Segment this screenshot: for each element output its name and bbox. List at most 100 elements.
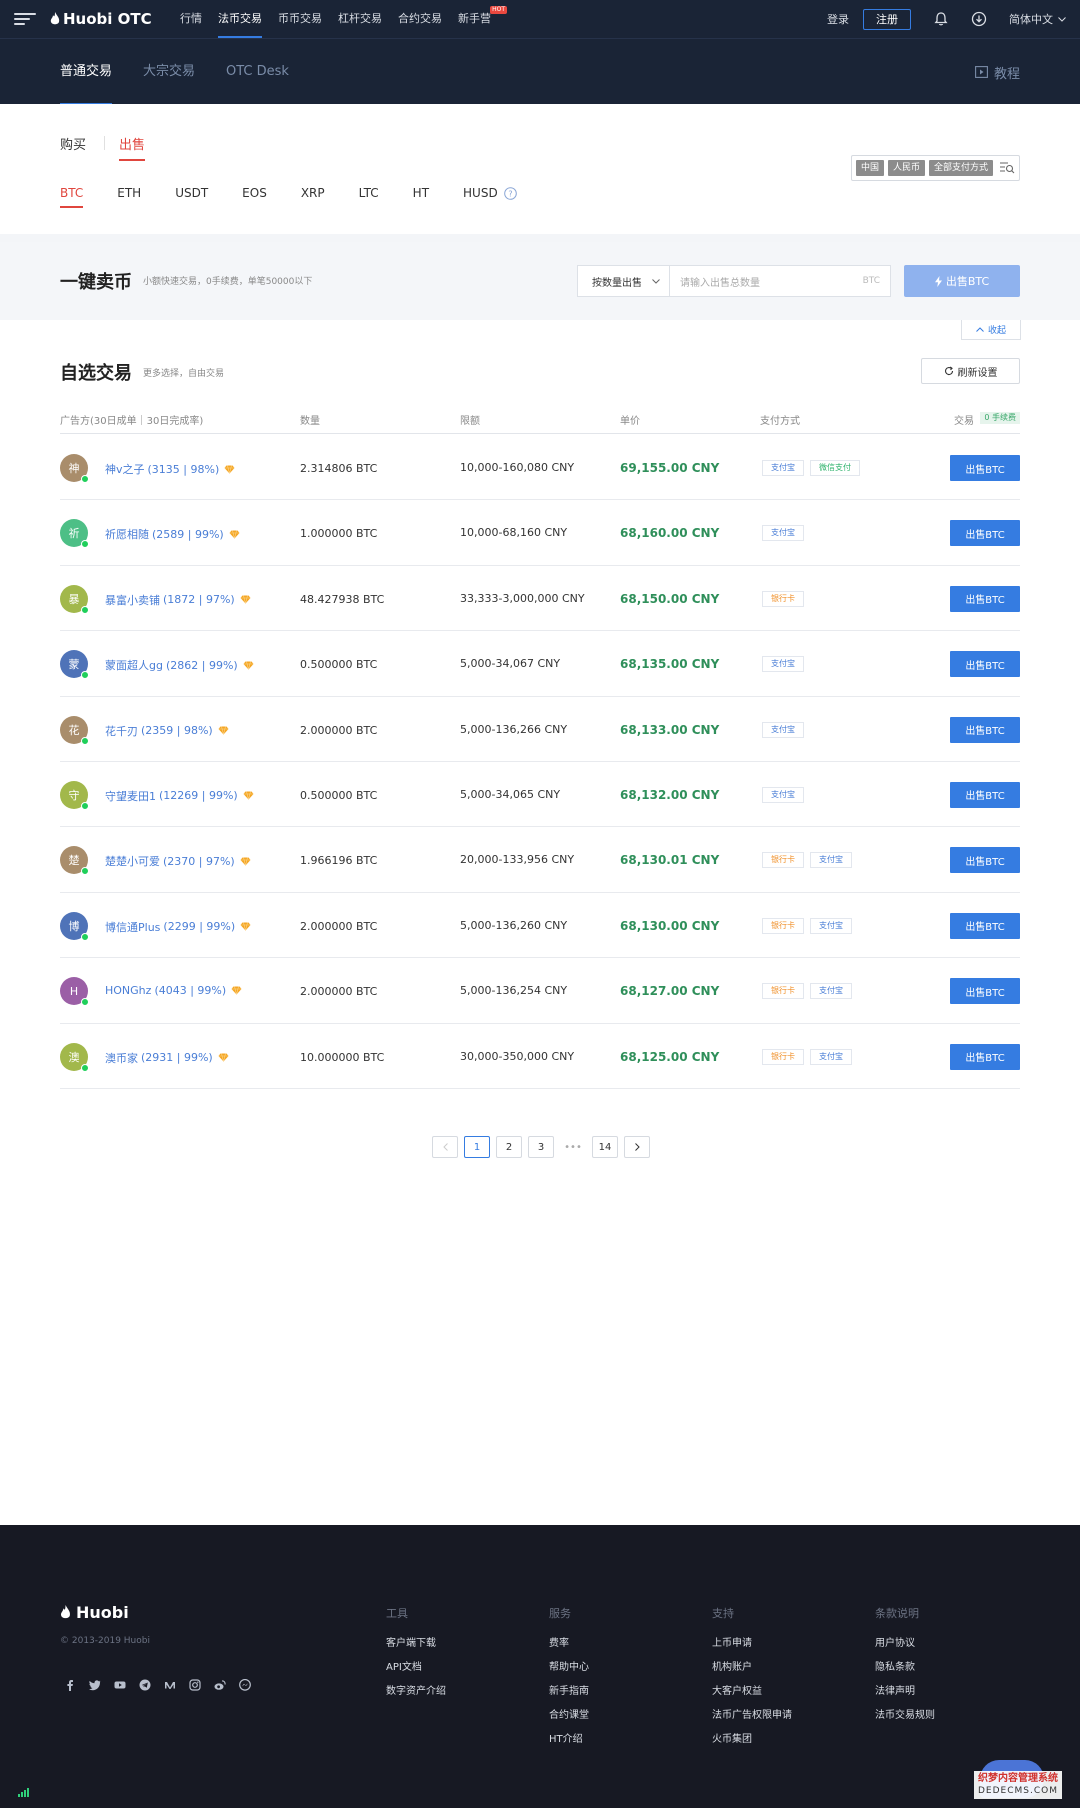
footer-link[interactable]: 费率 — [549, 1634, 589, 1649]
merchant-link[interactable]: HONGhz (4043 | 99%) — [105, 984, 242, 997]
coin-tab-ht[interactable]: HT — [413, 186, 429, 200]
medium-icon[interactable] — [164, 1679, 176, 1691]
next-page-button[interactable] — [624, 1136, 650, 1158]
coin-tab-usdt[interactable]: USDT — [175, 186, 208, 200]
filter-country[interactable]: 中国 — [855, 160, 884, 176]
footer-link[interactable]: 法币广告权限申请 — [712, 1706, 792, 1721]
filter-payment[interactable]: 全部支付方式 — [928, 160, 993, 176]
sell-btc-button[interactable]: 出售BTC — [950, 716, 1020, 743]
footer-link[interactable]: 合约课堂 — [549, 1706, 589, 1721]
merchant-link[interactable]: 神v之子 (3135 | 98%) — [105, 461, 235, 477]
sell-btc-button[interactable]: 出售BTC — [950, 520, 1020, 547]
nav-contract-trading[interactable]: 合约交易 — [398, 0, 442, 38]
language-select[interactable]: 简体中文 — [1009, 11, 1066, 27]
filter-bar[interactable]: 中国 人民币 全部支付方式 — [850, 155, 1020, 181]
twitter-icon[interactable] — [89, 1679, 101, 1691]
coin-tab-husd[interactable]: HUSD ? — [463, 186, 517, 200]
footer-link[interactable]: 用户协议 — [875, 1634, 935, 1649]
quick-sell-button[interactable]: 出售BTC — [904, 265, 1020, 297]
footer-link[interactable]: 法币交易规则 — [875, 1706, 935, 1721]
avatar[interactable]: 暴 — [60, 584, 89, 614]
page-1[interactable]: 1 — [464, 1136, 490, 1158]
avatar[interactable]: 澳 — [60, 1042, 89, 1072]
footer-link[interactable]: 机构账户 — [712, 1658, 792, 1673]
download-icon[interactable] — [971, 11, 987, 27]
filter-search-icon[interactable] — [999, 161, 1015, 175]
coin-tab-btc[interactable]: BTC — [60, 186, 84, 208]
tab-buy[interactable]: 购买 — [60, 134, 86, 153]
prev-page-button[interactable] — [432, 1136, 458, 1158]
footer-link[interactable]: 大客户权益 — [712, 1682, 792, 1697]
avatar[interactable]: 神 — [60, 454, 89, 483]
tab-regular-trading[interactable]: 普通交易 — [60, 39, 113, 105]
coin-tab-xrp[interactable]: XRP — [301, 186, 325, 200]
sell-btc-button[interactable]: 出售BTC — [950, 847, 1020, 874]
merchant-link[interactable]: 花千刃 (2359 | 98%) — [105, 723, 229, 739]
avatar[interactable]: 守 — [60, 780, 89, 810]
sell-btc-button[interactable]: 出售BTC — [950, 651, 1020, 678]
sell-btc-button[interactable]: 出售BTC — [950, 978, 1020, 1005]
footer-link[interactable]: 客户端下载 — [386, 1634, 446, 1649]
coin-tab-ltc[interactable]: LTC — [359, 186, 379, 200]
sell-btc-button[interactable]: 出售BTC — [950, 585, 1020, 612]
tab-otc-desk[interactable]: OTC Desk — [226, 39, 289, 105]
merchant-link[interactable]: 楚楚小可爱 (2370 | 97%) — [105, 853, 251, 869]
messenger-icon[interactable] — [239, 1679, 251, 1691]
nav-newbie-camp[interactable]: 新手营 HOT — [458, 0, 507, 38]
merchant-link[interactable]: 澳币家 (2931 | 99%) — [105, 1050, 229, 1066]
help-icon[interactable]: ? — [503, 186, 517, 200]
facebook-icon[interactable] — [64, 1679, 76, 1691]
bell-icon[interactable] — [933, 11, 949, 27]
login-link[interactable]: 登录 — [827, 11, 849, 27]
sell-btc-button[interactable]: 出售BTC — [950, 912, 1020, 939]
footer-link[interactable]: 上币申请 — [712, 1634, 792, 1649]
footer-link[interactable]: API文档 — [386, 1658, 446, 1673]
footer-link[interactable]: 帮助中心 — [549, 1658, 589, 1673]
merchant-link[interactable]: 暴富小卖铺 (1872 | 97%) — [105, 592, 251, 608]
avatar[interactable]: 蒙 — [60, 650, 89, 680]
nav-spot-trading[interactable]: 币币交易 — [278, 0, 322, 38]
page-2[interactable]: 2 — [496, 1136, 522, 1158]
footer-link[interactable]: 法律声明 — [875, 1682, 935, 1697]
avatar[interactable]: 楚 — [60, 846, 89, 876]
instagram-icon[interactable] — [189, 1679, 201, 1691]
menu-icon[interactable] — [14, 13, 36, 25]
footer-logo[interactable]: Huobi — [60, 1603, 129, 1622]
sell-btc-button[interactable]: 出售BTC — [950, 455, 1020, 481]
sell-btc-button[interactable]: 出售BTC — [950, 781, 1020, 808]
weibo-icon[interactable] — [214, 1679, 226, 1691]
avatar[interactable]: 博 — [60, 911, 89, 941]
footer-link[interactable]: 隐私条款 — [875, 1658, 935, 1673]
tutorial-link[interactable]: 教程 — [975, 39, 1020, 105]
quick-sell-mode-select[interactable]: 按数量出售 — [577, 265, 669, 297]
merchant-link[interactable]: 蒙面超人gg (2862 | 99%) — [105, 657, 254, 673]
nav-market[interactable]: 行情 — [180, 0, 202, 38]
filter-currency[interactable]: 人民币 — [887, 160, 925, 176]
telegram-icon[interactable] — [139, 1679, 151, 1691]
footer-link[interactable]: 火币集团 — [712, 1730, 792, 1745]
nav-fiat-trading[interactable]: 法币交易 — [218, 0, 262, 38]
huobi-logo[interactable]: Huobi OTC — [50, 9, 152, 29]
tab-block-trading[interactable]: 大宗交易 — [143, 39, 195, 105]
sell-btc-button[interactable]: 出售BTC — [950, 1043, 1020, 1070]
refresh-settings-button[interactable]: 刷新设置 — [921, 358, 1020, 384]
quick-sell-amount-input[interactable]: 请输入出售总数量 BTC — [669, 265, 891, 297]
youtube-icon[interactable] — [114, 1679, 126, 1691]
footer-link[interactable]: 新手指南 — [549, 1682, 589, 1697]
footer-link[interactable]: HT介绍 — [549, 1730, 589, 1745]
avatar[interactable]: H — [60, 977, 89, 1007]
merchant-link[interactable]: 守望麦田1 (12269 | 99%) — [105, 788, 254, 804]
coin-tab-eos[interactable]: EOS — [242, 186, 267, 200]
collapse-button[interactable]: 收起 — [961, 320, 1021, 340]
coin-tab-eth[interactable]: ETH — [117, 186, 141, 200]
avatar[interactable]: 花 — [60, 715, 89, 745]
avatar[interactable]: 祈 — [60, 519, 89, 549]
register-button[interactable]: 注册 — [863, 8, 911, 30]
nav-margin-trading[interactable]: 杠杆交易 — [338, 0, 382, 38]
footer-link[interactable]: 数字资产介绍 — [386, 1682, 446, 1697]
merchant-link[interactable]: 祈愿相随 (2589 | 99%) — [105, 526, 240, 542]
page-last[interactable]: 14 — [592, 1136, 618, 1158]
page-3[interactable]: 3 — [528, 1136, 554, 1158]
tab-sell[interactable]: 出售 — [119, 134, 146, 161]
merchant-link[interactable]: 博信通Plus (2299 | 99%) — [105, 919, 251, 935]
